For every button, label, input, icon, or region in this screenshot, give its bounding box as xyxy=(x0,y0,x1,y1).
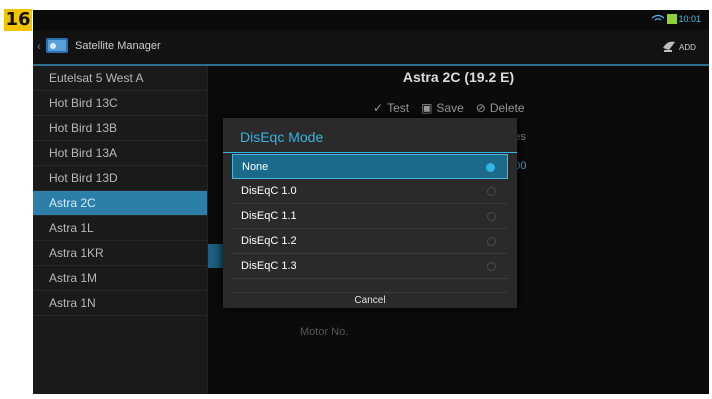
status-bar: 10:01 xyxy=(33,10,709,30)
satellite-detail-title: Astra 2C (19.2 E) xyxy=(402,69,515,85)
option-label: DisEqC 1.1 xyxy=(241,210,297,222)
diseqc-option-1-0[interactable]: DisEqC 1.0 xyxy=(232,179,508,204)
satellite-dish-icon xyxy=(663,41,675,52)
floppy-disk-icon: ▣ xyxy=(421,101,433,115)
option-label: None xyxy=(242,161,269,173)
dialog-title: DisEqc Mode xyxy=(240,129,324,145)
back-caret-icon[interactable]: ‹ xyxy=(37,39,41,53)
satellite-app-icon[interactable] xyxy=(45,36,69,56)
satellite-item[interactable]: Astra 1KR xyxy=(33,241,207,266)
action-bar: ‹ Satellite Manager ADD xyxy=(33,30,709,66)
option-label: DisEqC 1.3 xyxy=(241,260,297,272)
save-button[interactable]: ▣ Save xyxy=(421,101,464,115)
step-number-badge: 16 xyxy=(4,9,32,31)
test-button[interactable]: ✓ Test xyxy=(373,101,409,115)
diseqc-mode-dialog: DisEqc Mode None DisEqC 1.0 DisEqC 1.1 D… xyxy=(223,118,517,308)
delete-icon: ⊘ xyxy=(475,101,486,115)
satellite-item[interactable]: Eutelsat 5 West A xyxy=(33,66,207,91)
cancel-button[interactable]: Cancel xyxy=(232,292,508,309)
satellite-item[interactable]: Astra 1L xyxy=(33,216,207,241)
save-label: Save xyxy=(436,101,464,115)
satellite-item[interactable]: Astra 1M xyxy=(33,266,207,291)
radio-icon[interactable] xyxy=(487,187,496,196)
status-time: 10:01 xyxy=(678,14,701,24)
diseqc-option-none[interactable]: None xyxy=(232,154,508,179)
tv-screen: 10:01 ‹ Satellite Manager ADD Eutelsat 5… xyxy=(33,10,709,394)
add-satellite-button[interactable]: ADD xyxy=(659,36,703,58)
delete-button[interactable]: ⊘ Delete xyxy=(476,101,525,115)
detail-toolbar: ✓ Test ▣ Save ⊘ Delete xyxy=(373,96,525,120)
satellite-list: Eutelsat 5 West A Hot Bird 13C Hot Bird … xyxy=(33,66,208,394)
satellite-item[interactable]: Astra 1N xyxy=(33,291,207,316)
satellite-item[interactable]: Hot Bird 13A xyxy=(33,141,207,166)
test-label: Test xyxy=(387,101,410,115)
diseqc-options-list: None DisEqC 1.0 DisEqC 1.1 DisEqC 1.2 Di… xyxy=(232,154,508,279)
battery-icon xyxy=(667,14,677,24)
radio-selected-icon[interactable] xyxy=(486,163,495,172)
diseqc-option-1-2[interactable]: DisEqC 1.2 xyxy=(232,229,508,254)
option-label: DisEqC 1.0 xyxy=(241,185,297,197)
option-label: DisEqC 1.2 xyxy=(241,235,297,247)
satellite-item[interactable]: Hot Bird 13B xyxy=(33,116,207,141)
satellite-item-selected[interactable]: Astra 2C xyxy=(33,191,207,216)
radio-icon[interactable] xyxy=(487,262,496,271)
dialog-title-divider xyxy=(223,152,517,153)
motor-number-label: Motor No. xyxy=(300,326,349,338)
add-label: ADD xyxy=(679,43,696,52)
check-icon: ✓ xyxy=(373,101,384,115)
radio-icon[interactable] xyxy=(487,237,496,246)
detail-row-marker xyxy=(208,244,224,268)
diseqc-option-1-3[interactable]: DisEqC 1.3 xyxy=(232,254,508,279)
satellite-item[interactable]: Hot Bird 13C xyxy=(33,91,207,116)
delete-label: Delete xyxy=(489,101,525,115)
wifi-icon xyxy=(651,14,665,21)
radio-icon[interactable] xyxy=(487,212,496,221)
satellite-item[interactable]: Hot Bird 13D xyxy=(33,166,207,191)
diseqc-option-1-1[interactable]: DisEqC 1.1 xyxy=(232,204,508,229)
app-title: Satellite Manager xyxy=(75,40,161,52)
